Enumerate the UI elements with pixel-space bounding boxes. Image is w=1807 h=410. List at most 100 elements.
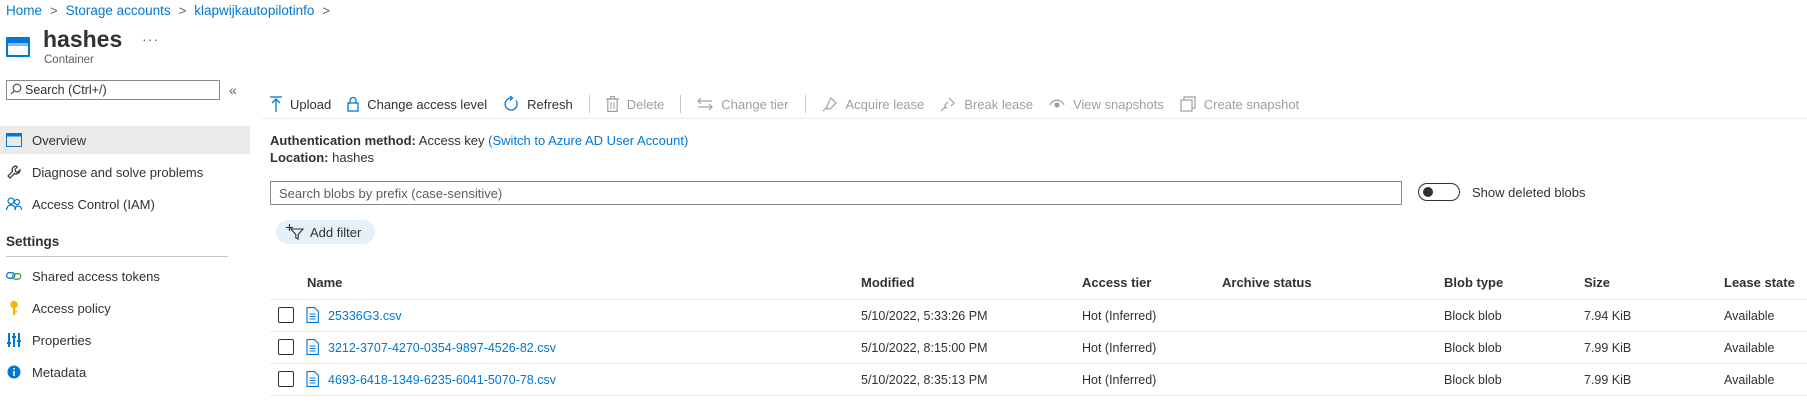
- sidebar-item-iam[interactable]: Access Control (IAM): [0, 190, 250, 218]
- blob-access-tier: Hot (Inferred): [1082, 373, 1157, 387]
- blob-access-tier: Hot (Inferred): [1082, 341, 1157, 355]
- auth-method-value: Access key: [418, 133, 485, 148]
- blob-type: Block blob: [1444, 373, 1502, 387]
- search-icon: [7, 83, 25, 98]
- blob-type: Block blob: [1444, 309, 1502, 323]
- settings-section-title: Settings: [6, 234, 60, 249]
- table-row[interactable]: 25336G3.csv 5/10/2022, 5:33:26 PM Hot (I…: [270, 300, 1807, 332]
- breadcrumb-storage-accounts[interactable]: Storage accounts: [66, 3, 171, 18]
- swap-arrows-icon: [697, 97, 714, 111]
- add-filter-button[interactable]: Add filter: [276, 220, 376, 244]
- delete-label: Delete: [626, 96, 665, 112]
- sidebar-search[interactable]: [6, 80, 220, 100]
- column-header-lease-state[interactable]: Lease state: [1724, 275, 1795, 290]
- snapshot-icon: [1180, 96, 1196, 112]
- info-icon: [6, 365, 22, 379]
- table-row[interactable]: 3212-3707-4270-0354-9897-4526-82.csv 5/1…: [270, 332, 1807, 364]
- change-tier-button[interactable]: Change tier: [697, 96, 789, 112]
- toolbar-separator: [680, 95, 682, 113]
- show-deleted-toggle[interactable]: [1418, 183, 1460, 201]
- delete-button[interactable]: Delete: [605, 96, 665, 112]
- collapse-sidebar-button[interactable]: «: [229, 82, 237, 98]
- divider: [6, 256, 228, 257]
- sidebar-item-overview[interactable]: Overview: [0, 126, 250, 154]
- blob-lease-state: Available: [1724, 309, 1775, 323]
- sidebar-item-metadata[interactable]: Metadata: [0, 358, 250, 386]
- sidebar-item-label: Properties: [32, 332, 92, 348]
- breadcrumb: Home > Storage accounts > klapwijkautopi…: [6, 3, 338, 18]
- blob-lease-state: Available: [1724, 341, 1775, 355]
- breadcrumb-storage-account[interactable]: klapwijkautopilotinfo: [194, 3, 314, 18]
- more-options-button[interactable]: ···: [142, 31, 159, 47]
- blob-search[interactable]: [270, 181, 1402, 205]
- switch-auth-link[interactable]: (Switch to Azure AD User Account): [488, 133, 688, 148]
- breadcrumb-separator: >: [178, 3, 187, 18]
- sidebar-item-label: Access Control (IAM): [32, 196, 155, 212]
- page-subtitle: Container: [44, 54, 94, 66]
- breadcrumb-separator: >: [50, 3, 58, 18]
- change-access-level-button[interactable]: Change access level: [347, 96, 487, 112]
- blob-name-link[interactable]: 3212-3707-4270-0354-9897-4526-82.csv: [328, 341, 556, 355]
- sidebar-item-label: Diagnose and solve problems: [32, 164, 204, 180]
- wrench-icon: [6, 164, 22, 180]
- column-header-size[interactable]: Size: [1584, 275, 1610, 290]
- breadcrumb-home[interactable]: Home: [6, 3, 42, 18]
- column-header-name[interactable]: Name: [307, 275, 342, 290]
- show-deleted-label: Show deleted blobs: [1472, 185, 1586, 200]
- sidebar-item-label: Overview: [32, 132, 87, 148]
- upload-button[interactable]: Upload: [270, 96, 331, 112]
- row-checkbox[interactable]: [278, 307, 294, 323]
- row-checkbox[interactable]: [278, 371, 294, 387]
- auth-method-row: Authentication method: Access key (Switc…: [270, 133, 688, 148]
- blob-modified: 5/10/2022, 8:35:13 PM: [861, 373, 988, 387]
- blob-name-link[interactable]: 25336G3.csv: [328, 309, 402, 323]
- blob-modified: 5/10/2022, 5:33:26 PM: [861, 309, 988, 323]
- eye-icon: [1049, 98, 1065, 110]
- sidebar-item-diagnose[interactable]: Diagnose and solve problems: [0, 158, 250, 186]
- acquire-lease-icon: [822, 96, 838, 112]
- blob-modified: 5/10/2022, 8:15:00 PM: [861, 341, 988, 355]
- toolbar-separator: [588, 95, 590, 113]
- sidebar-item-shared-access-tokens[interactable]: Shared access tokens: [0, 262, 250, 290]
- create-snapshot-button[interactable]: Create snapshot: [1180, 96, 1299, 112]
- upload-label: Upload: [290, 96, 332, 112]
- file-icon: [306, 307, 319, 326]
- upload-icon: [270, 96, 282, 112]
- row-checkbox[interactable]: [278, 339, 294, 355]
- sidebar-item-access-policy[interactable]: Access policy: [0, 294, 250, 322]
- column-header-blob-type[interactable]: Blob type: [1444, 275, 1503, 290]
- add-filter-icon: [286, 224, 304, 240]
- view-snapshots-button[interactable]: View snapshots: [1049, 97, 1164, 112]
- location-row: Location: hashes: [270, 150, 374, 165]
- add-filter-label: Add filter: [310, 224, 362, 240]
- sidebar-search-input[interactable]: [25, 83, 210, 97]
- break-lease-button[interactable]: Break lease: [940, 96, 1033, 112]
- sidebar-item-properties[interactable]: Properties: [0, 326, 250, 354]
- command-bar: Upload Change access level Refresh Delet…: [270, 92, 1315, 116]
- break-lease-icon: [940, 96, 956, 112]
- auth-method-label: Authentication method:: [270, 133, 416, 148]
- refresh-button[interactable]: Refresh: [503, 96, 573, 112]
- people-icon: [6, 196, 22, 212]
- trash-icon: [605, 96, 619, 112]
- break-lease-label: Break lease: [964, 96, 1033, 112]
- blob-search-input[interactable]: [279, 185, 1401, 201]
- refresh-label: Refresh: [527, 96, 573, 112]
- location-label: Location:: [270, 150, 329, 165]
- table-row[interactable]: 4693-6418-1349-6235-6041-5070-78.csv 5/1…: [270, 364, 1807, 396]
- column-header-access-tier[interactable]: Access tier: [1082, 275, 1151, 290]
- overview-icon: [6, 133, 22, 147]
- breadcrumb-separator: >: [322, 3, 330, 18]
- sidebar-item-label: Metadata: [32, 364, 87, 380]
- page-title: hashes: [43, 26, 123, 52]
- create-snapshot-label: Create snapshot: [1203, 96, 1300, 112]
- lock-icon: [347, 96, 359, 112]
- change-tier-label: Change tier: [721, 96, 789, 112]
- blob-name-link[interactable]: 4693-6418-1349-6235-6041-5070-78.csv: [328, 373, 556, 387]
- blob-size: 7.94 KiB: [1584, 309, 1632, 323]
- column-header-modified[interactable]: Modified: [861, 275, 914, 290]
- toolbar-divider: [262, 118, 1807, 119]
- acquire-lease-button[interactable]: Acquire lease: [822, 96, 924, 112]
- column-header-archive-status[interactable]: Archive status: [1222, 275, 1312, 290]
- properties-icon: [6, 333, 22, 347]
